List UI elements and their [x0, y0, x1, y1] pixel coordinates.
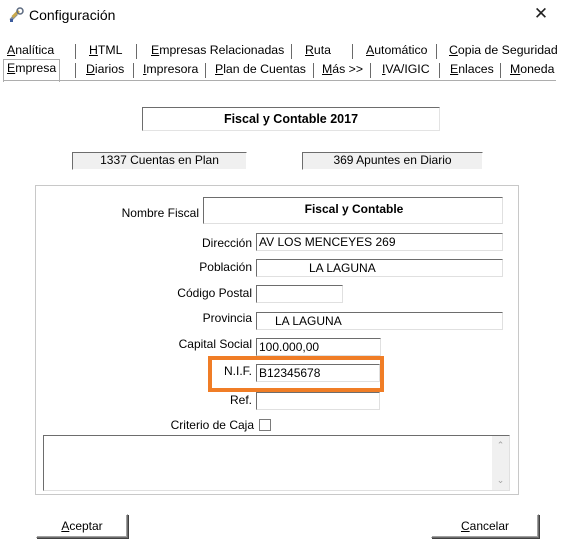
- tab-row-bottom: Empresa Diarios Impresora Plan de Cuenta…: [0, 59, 561, 82]
- provincia-field[interactable]: LA LAGUNA: [256, 312, 503, 330]
- window-title: Configuración: [29, 7, 116, 23]
- tab-separator: [500, 63, 501, 78]
- wrench-screwdriver-icon: [9, 7, 24, 22]
- tab-automatico[interactable]: Automático: [366, 42, 428, 60]
- tab-enlaces[interactable]: Enlaces: [450, 61, 494, 79]
- tab-separator: [313, 63, 314, 78]
- tab-empresa[interactable]: Empresa: [3, 59, 61, 82]
- ref-label: Ref.: [229, 393, 252, 407]
- tab-copia-seguridad[interactable]: Copia de Seguridad: [449, 42, 558, 60]
- tab-analitica[interactable]: Analítica: [7, 42, 54, 60]
- tab-separator: [136, 44, 137, 59]
- company-title-box: Fiscal y Contable 2017: [142, 107, 440, 131]
- tab-separator: [370, 63, 371, 78]
- tab-separator: [75, 44, 76, 59]
- tab-separator: [133, 63, 134, 78]
- tab-ruta[interactable]: Ruta: [305, 42, 331, 60]
- tab-plan-cuentas[interactable]: Plan de Cuentas: [215, 61, 306, 79]
- entries-count: 369 Apuntes en Diario: [302, 152, 483, 170]
- tab-separator: [352, 44, 353, 59]
- tab-separator: [75, 63, 76, 78]
- tab-separator: [205, 63, 206, 78]
- tab-empresas-relacionadas[interactable]: Empresas Relacionadas: [151, 42, 284, 60]
- direccion-field[interactable]: AV LOS MENCEYES 269: [256, 233, 503, 251]
- criterio-caja-label: Criterio de Caja: [170, 418, 254, 432]
- tab-mas[interactable]: Más >>: [322, 61, 363, 79]
- provincia-label: Provincia: [202, 311, 252, 325]
- ref-field[interactable]: [256, 392, 380, 410]
- tab-moneda[interactable]: Moneda: [510, 61, 554, 79]
- poblacion-label: Población: [199, 260, 252, 274]
- close-button[interactable]: ✕: [521, 0, 561, 30]
- cancel-button-label: ancelar: [469, 519, 510, 533]
- close-icon: ✕: [533, 4, 549, 23]
- nif-field[interactable]: B12345678: [256, 364, 380, 382]
- direccion-label: Dirección: [201, 236, 252, 250]
- nombre-fiscal-label: Nombre Fiscal: [121, 206, 199, 220]
- tab-separator: [291, 44, 292, 59]
- accept-button-label: ceptar: [69, 519, 103, 533]
- nombre-fiscal-field[interactable]: Fiscal y Contable: [203, 197, 503, 224]
- tab-iva-igic[interactable]: IVA/IGIC: [382, 61, 430, 79]
- tab-separator: [436, 44, 437, 59]
- nif-label: N.I.F.: [223, 364, 252, 378]
- accept-button[interactable]: Aceptar: [36, 514, 128, 538]
- scroll-down-icon[interactable]: ⌄: [496, 476, 505, 485]
- accounts-count: 1337 Cuentas en Plan: [72, 152, 247, 170]
- tab-diarios[interactable]: Diarios: [86, 61, 124, 79]
- codigo-postal-field[interactable]: [256, 285, 343, 303]
- capital-social-field[interactable]: 100.000,00: [256, 338, 381, 356]
- tab-impresora[interactable]: Impresora: [143, 61, 198, 79]
- tab-html[interactable]: HTML: [89, 42, 123, 60]
- configuracion-window: Configuración ✕ Analítica HTML Empresas …: [0, 0, 561, 544]
- notes-scrollbar[interactable]: ⌃ ⌄: [492, 436, 509, 490]
- capital-social-label: Capital Social: [178, 337, 252, 351]
- criterio-caja-checkbox[interactable]: [259, 419, 271, 431]
- scroll-up-icon[interactable]: ⌃: [496, 441, 505, 450]
- cancel-button[interactable]: Cancelar: [431, 514, 539, 538]
- notes-textarea[interactable]: ⌃ ⌄: [43, 435, 510, 491]
- tab-row-top: Analítica HTML Empresas Relacionadas Rut…: [0, 42, 561, 62]
- codigo-postal-label: Código Postal: [177, 286, 252, 300]
- title-bar[interactable]: Configuración ✕: [0, 0, 561, 30]
- poblacion-field[interactable]: LA LAGUNA: [256, 259, 503, 277]
- tab-separator: [439, 63, 440, 78]
